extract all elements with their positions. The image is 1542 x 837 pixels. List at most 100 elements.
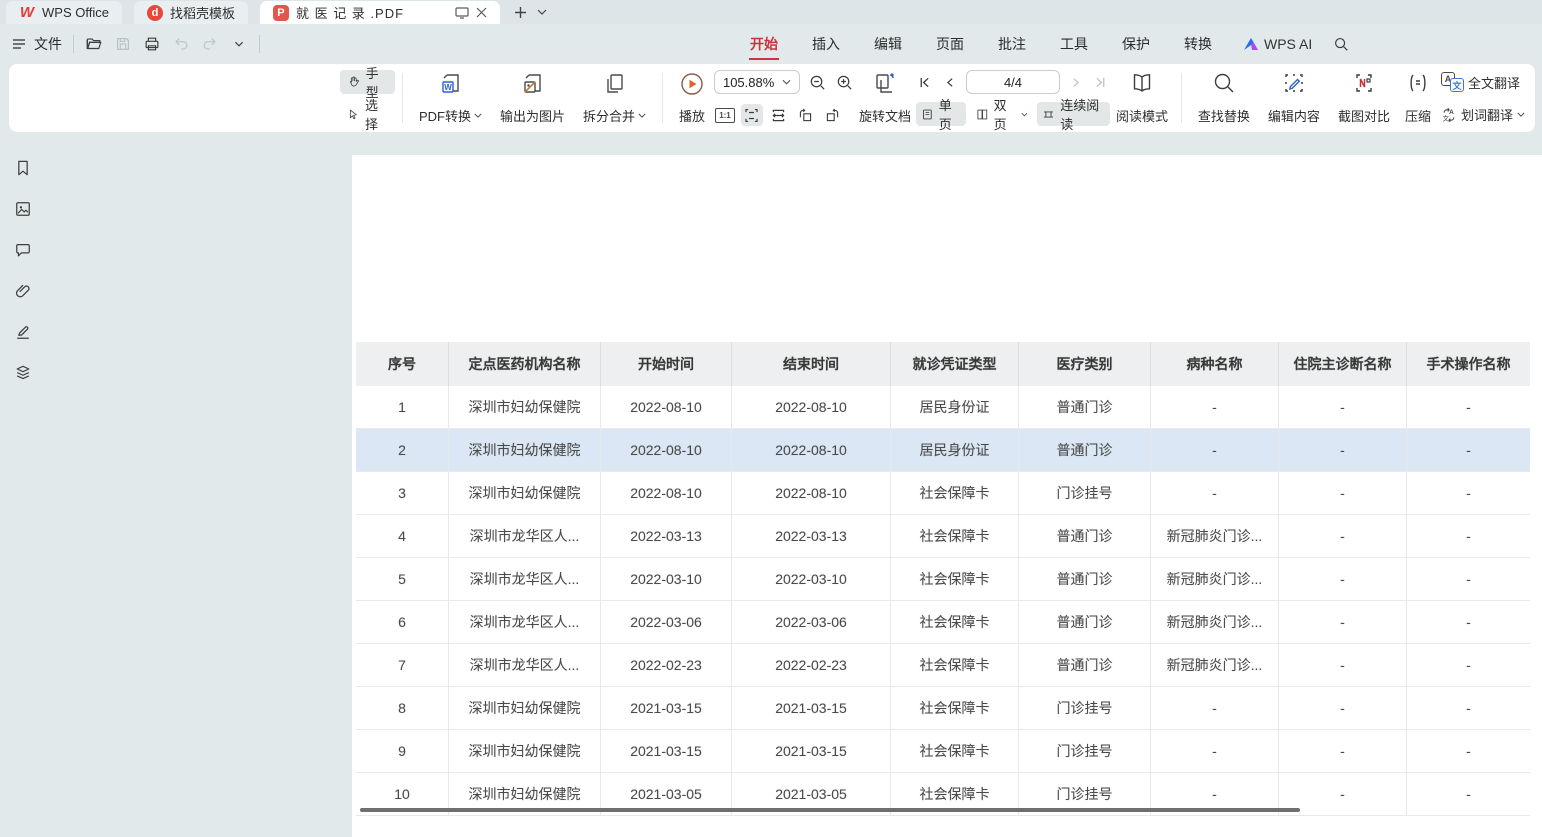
menu-items: 开始插入编辑页面批注工具保护转换 [733,24,1229,63]
screenshot-compare-icon [1352,71,1376,95]
table-row[interactable]: 1深圳市妇幼保健院2022-08-102022-08-10居民身份证普通门诊--… [356,386,1530,429]
continuous-reading-button[interactable]: 连续阅读 [1037,102,1110,126]
save-icon[interactable] [114,35,132,53]
table-cell: - [1406,644,1530,686]
play-button[interactable]: 播放 [670,69,714,127]
undo-icon[interactable] [172,35,190,53]
rotate-left-button[interactable] [795,104,817,126]
edit-content-button[interactable]: 编辑内容 [1259,69,1329,127]
menu-item-6[interactable]: 保护 [1105,24,1167,63]
menu-item-wps-ai[interactable]: WPS AI [1229,36,1326,52]
table-row[interactable]: 4深圳市龙华区人...2022-03-132022-03-13社会保障卡普通门诊… [356,515,1530,558]
last-page-button[interactable] [1092,74,1110,90]
word-translate-button[interactable]: A文 划词翻译 [1441,105,1525,124]
fit-width-icon [770,107,787,124]
tab-label: 找稻壳模板 [170,3,235,22]
table-row[interactable]: 9深圳市妇幼保健院2021-03-152021-03-15社会保障卡门诊挂号--… [356,730,1530,773]
pdf-file-icon: P [273,5,289,21]
close-tab-icon[interactable] [476,7,487,18]
menu-item-5[interactable]: 工具 [1043,24,1105,63]
double-page-button[interactable]: 双页 [972,102,1031,126]
tab-document-pdf[interactable]: P 就 医 记 录 .PDF [260,1,500,24]
menu-item-2[interactable]: 编辑 [857,24,919,63]
full-translate-button[interactable]: A文 全文翻译 [1441,72,1525,92]
open-file-icon[interactable] [85,35,103,53]
menu-item-0[interactable]: 开始 [733,24,795,63]
page-indicator: 4/4 [1004,75,1022,90]
pdf-convert-button[interactable]: W PDF转换 [410,69,491,127]
export-image-button[interactable]: 输出为图片 [491,69,574,127]
table-cell: 社会保障卡 [890,601,1018,643]
table-row[interactable]: 2深圳市妇幼保健院2022-08-102022-08-10居民身份证普通门诊--… [356,429,1530,472]
rotate-document-label: 旋转文档 [859,106,911,125]
tab-list-chevron-icon[interactable] [537,9,547,15]
table-row[interactable]: 7深圳市龙华区人...2022-02-232022-02-23社会保障卡普通门诊… [356,644,1530,687]
menu-item-7[interactable]: 转换 [1167,24,1229,63]
horizontal-scrollbar[interactable] [360,808,1300,812]
quick-access-chevron-icon[interactable] [230,35,248,53]
table-cell: 社会保障卡 [890,644,1018,686]
zoom-in-icon[interactable] [835,73,854,92]
menu-item-1[interactable]: 插入 [795,24,857,63]
table-cell: 8 [356,687,448,729]
page-number-input[interactable]: 4/4 [966,70,1060,94]
previous-page-button[interactable] [941,74,959,90]
zoom-out-icon[interactable] [808,73,827,92]
table-row[interactable]: 3深圳市妇幼保健院2022-08-102022-08-10社会保障卡门诊挂号--… [356,472,1530,515]
next-page-button[interactable] [1067,74,1085,90]
table-cell: 2022-02-23 [600,644,731,686]
split-merge-icon [602,71,628,97]
table-header-cell: 结束时间 [731,342,890,386]
table-row[interactable]: 8深圳市妇幼保健院2021-03-152021-03-15社会保障卡门诊挂号--… [356,687,1530,730]
table-cell: 7 [356,644,448,686]
menu-item-4[interactable]: 批注 [981,24,1043,63]
first-page-button[interactable] [916,74,934,90]
menu-search-icon[interactable] [1332,35,1350,53]
layers-icon[interactable] [11,361,35,385]
table-cell: 深圳市妇幼保健院 [448,429,600,471]
pdf-page: 序号定点医药机构名称开始时间结束时间就诊凭证类型医疗类别病种名称住院主诊断名称手… [352,155,1542,837]
attachment-icon[interactable] [11,279,35,303]
thumbnail-icon[interactable] [11,197,35,221]
table-cell: 门诊挂号 [1018,472,1150,514]
fit-page-button[interactable] [741,104,763,126]
split-merge-button[interactable]: 拆分合并 [574,69,655,127]
table-row[interactable]: 6深圳市龙华区人...2022-03-062022-03-06社会保障卡普通门诊… [356,601,1530,644]
tab-wps-office[interactable]: W WPS Office [6,1,122,24]
rotate-right-button[interactable] [822,104,844,126]
menu-item-3[interactable]: 页面 [919,24,981,63]
redo-icon[interactable] [201,35,219,53]
screenshot-compare-label: 截图对比 [1338,106,1390,125]
monitor-icon[interactable] [455,7,469,19]
word-translate-label: 划词翻译 [1461,105,1513,124]
table-row[interactable]: 5深圳市龙华区人...2022-03-102022-03-10社会保障卡普通门诊… [356,558,1530,601]
screenshot-compare-button[interactable]: 截图对比 [1329,69,1399,127]
table-cell: 社会保障卡 [890,558,1018,600]
print-icon[interactable] [143,35,161,53]
tab-docer-templates[interactable]: d 找稻壳模板 [134,1,248,24]
zoom-level-dropdown[interactable]: 105.88% [714,70,800,94]
tab-label: 就 医 记 录 .PDF [296,3,404,22]
read-mode-button[interactable]: 阅读模式 [1110,69,1174,127]
file-menu-button[interactable]: 文件 [10,34,62,54]
comment-icon[interactable] [11,238,35,262]
divider [402,73,403,123]
select-tool-button[interactable]: 选择 [340,102,395,126]
bookmark-icon[interactable] [11,156,35,180]
table-cell: 社会保障卡 [890,472,1018,514]
fit-width-button[interactable] [768,104,790,126]
table-cell: - [1278,558,1406,600]
rotate-document-button[interactable]: 旋转文档 [854,69,916,127]
compress-button[interactable]: 压缩 [1399,69,1437,127]
wps-ai-label: WPS AI [1264,36,1312,52]
left-sidebar [0,133,45,837]
actual-size-button[interactable]: 1:1 [714,104,736,126]
find-replace-icon [1212,71,1236,95]
signature-icon[interactable] [11,320,35,344]
table-cell: - [1278,644,1406,686]
find-replace-button[interactable]: 查找替换 [1189,69,1259,127]
new-tab-button[interactable] [514,6,527,19]
single-page-button[interactable]: 单页 [916,102,966,126]
edit-content-icon [1282,71,1306,95]
hand-tool-button[interactable]: 手型 [340,70,395,94]
